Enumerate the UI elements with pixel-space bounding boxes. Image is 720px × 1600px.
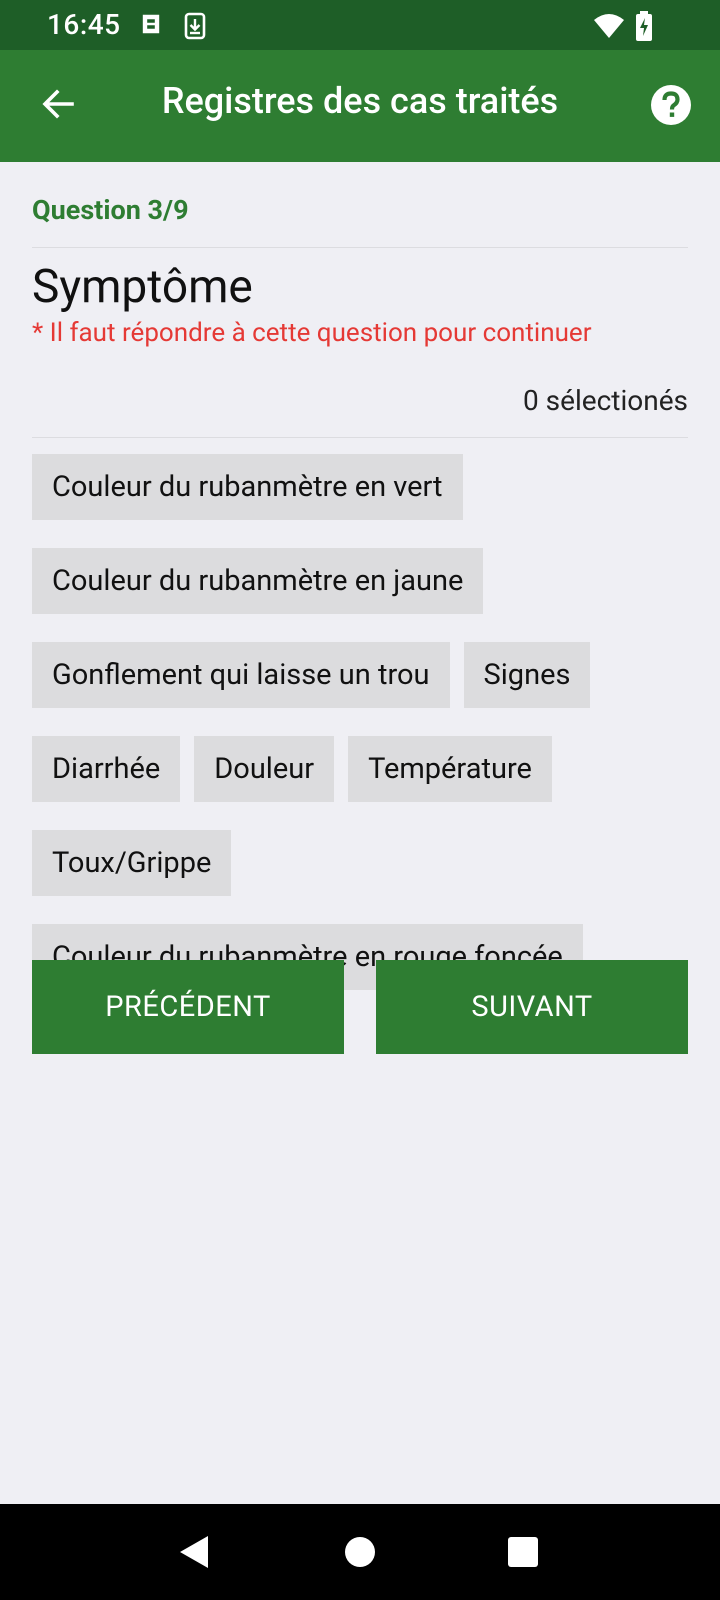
help-circle-icon [651, 85, 691, 125]
option-chip[interactable]: Toux/Grippe [32, 830, 232, 896]
divider [32, 437, 688, 438]
recents-square-icon [508, 1537, 538, 1567]
question-title: Symptôme [32, 260, 253, 314]
system-recents-button[interactable] [503, 1532, 543, 1572]
option-chips: Couleur du rubanmètre en vert Couleur du… [32, 454, 688, 990]
option-chip[interactable]: Couleur du rubanmètre en vert [32, 454, 463, 520]
required-message: * Il faut répondre à cette question pour… [32, 318, 592, 348]
selected-count: 0 sélectionés [523, 384, 688, 417]
download-icon [182, 12, 208, 40]
option-chip[interactable]: Température [348, 736, 552, 802]
navigation-buttons: PRÉCÉDENT SUIVANT [32, 960, 688, 1054]
next-button[interactable]: SUIVANT [376, 960, 688, 1054]
system-home-button[interactable] [340, 1532, 380, 1572]
status-bar: 16:45 [0, 0, 720, 50]
home-circle-icon [345, 1537, 375, 1567]
previous-button[interactable]: PRÉCÉDENT [32, 960, 344, 1054]
back-button[interactable] [30, 76, 86, 132]
system-nav-bar [0, 1504, 720, 1600]
notification-icon [138, 12, 164, 40]
question-progress: Question 3/9 [32, 194, 189, 226]
option-chip[interactable]: Diarrhée [32, 736, 181, 802]
page-title: Registres des cas traités [161, 80, 559, 122]
option-chip[interactable]: Signes [463, 642, 591, 708]
divider [32, 247, 688, 248]
battery-charging-icon [634, 11, 654, 41]
app-bar: Registres des cas traités [0, 50, 720, 162]
help-button[interactable] [650, 84, 692, 126]
option-chip[interactable]: Douleur [194, 736, 335, 802]
wifi-icon [592, 12, 626, 40]
status-time: 16:45 [47, 8, 121, 41]
arrow-back-icon [42, 89, 74, 119]
back-triangle-icon [180, 1536, 208, 1568]
option-chip[interactable]: Couleur du rubanmètre en jaune [32, 548, 484, 614]
system-back-button[interactable] [176, 1532, 216, 1572]
option-chip[interactable]: Gonflement qui laisse un trou [32, 642, 450, 708]
